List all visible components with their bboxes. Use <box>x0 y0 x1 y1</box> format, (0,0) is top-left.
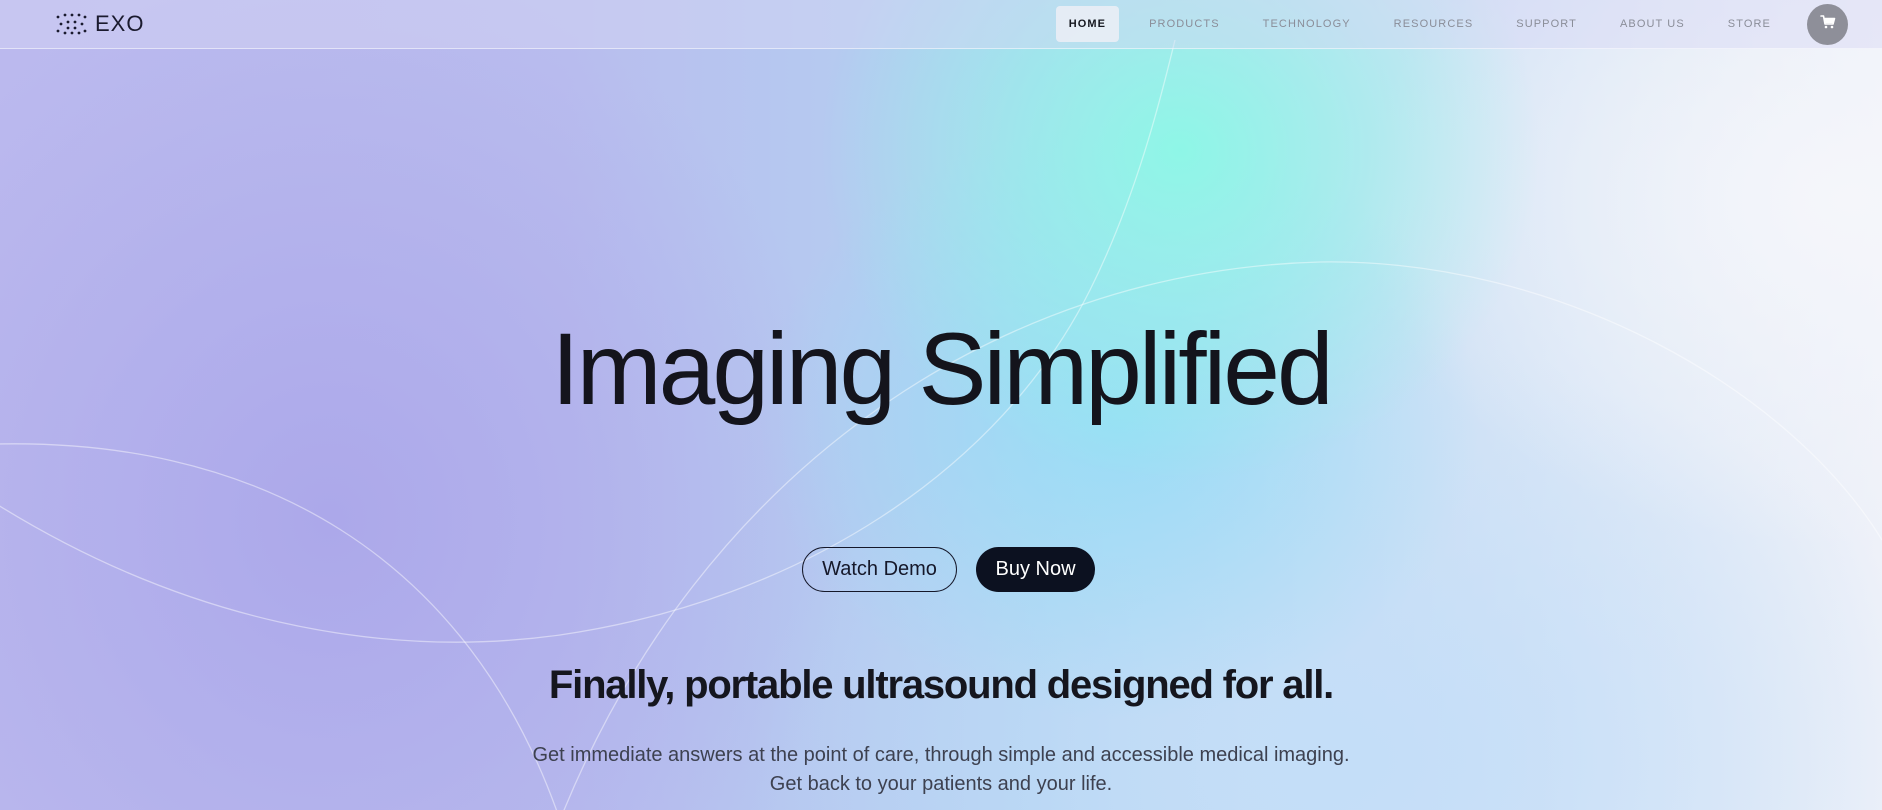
nav-item-technology[interactable]: TECHNOLOGY <box>1250 6 1364 42</box>
nav-item-resources[interactable]: RESOURCES <box>1381 6 1487 42</box>
hero-subtitle: Finally, portable ultrasound designed fo… <box>548 663 1334 707</box>
nav-item-store[interactable]: STORE <box>1715 6 1784 42</box>
hero-title: Imaging Simplified <box>551 312 1333 426</box>
nav-item-products[interactable]: PRODUCTS <box>1136 6 1233 42</box>
watch-demo-button[interactable]: Watch Demo <box>802 547 957 592</box>
nav-item-home[interactable]: HOME <box>1055 6 1120 42</box>
brand-logo[interactable]: EXO <box>55 11 145 36</box>
hero-description: Get immediate answers at the point of ca… <box>0 741 1882 799</box>
brand-name: EXO <box>95 11 145 36</box>
top-navigation-bar: EXO HOME PRODUCTS TECHNOLOGY RESOURCES S… <box>0 0 1882 49</box>
buy-now-button[interactable]: Buy Now <box>976 547 1095 592</box>
nav-item-support[interactable]: SUPPORT <box>1503 6 1590 42</box>
dot-grid-logo-icon <box>55 13 87 35</box>
cart-button[interactable] <box>1807 3 1848 45</box>
shopping-cart-icon <box>1819 14 1836 34</box>
description-line-1: Get immediate answers at the point of ca… <box>532 744 1350 766</box>
main-nav: HOME PRODUCTS TECHNOLOGY RESOURCES SUPPO… <box>1055 0 1882 48</box>
description-line-2: Get back to your patients and your life. <box>769 773 1113 795</box>
nav-item-about-us[interactable]: ABOUT US <box>1607 6 1698 42</box>
